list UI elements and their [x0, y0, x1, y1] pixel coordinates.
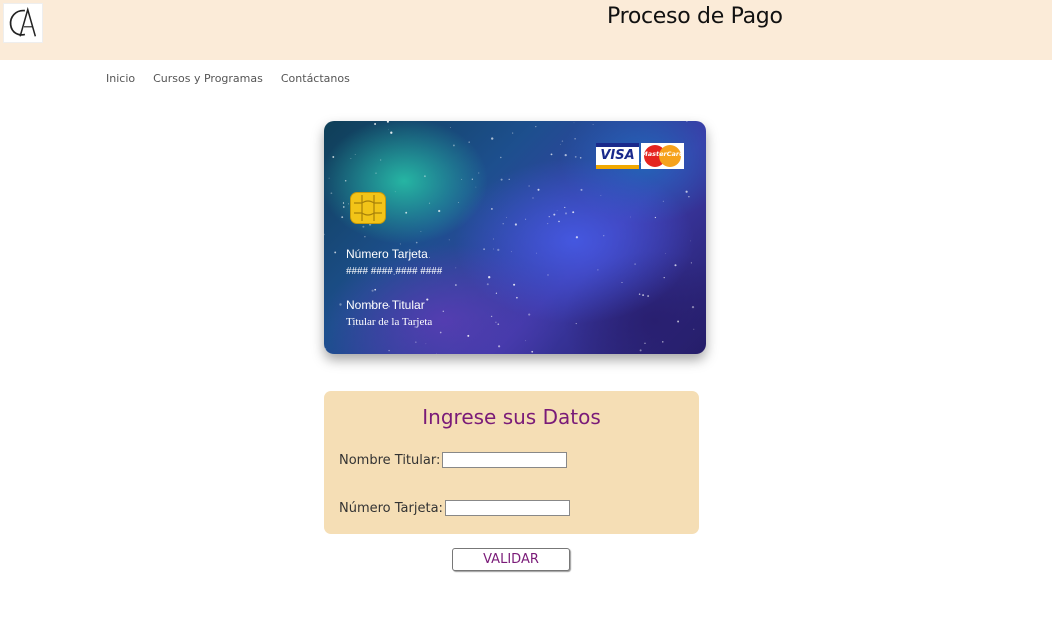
nav-item-inicio[interactable]: Inicio — [106, 70, 135, 88]
form-title: Ingrese sus Datos — [422, 405, 601, 429]
card-number-label: Número Tarjeta — [346, 247, 428, 261]
ca-monogram-icon[interactable] — [3, 3, 43, 43]
holder-row: Nombre Titular: — [339, 452, 568, 468]
card-holder-label: Nombre Titular — [346, 298, 425, 312]
validate-button[interactable]: VALIDAR — [452, 548, 570, 571]
nav-item-contactanos[interactable]: Contáctanos — [281, 70, 350, 88]
top-header: Proceso de Pago — [0, 0, 1052, 60]
card-brands: VISA MasterCard — [596, 143, 684, 169]
number-field-label: Número Tarjeta: — [339, 500, 443, 516]
payment-form: Ingrese sus Datos Nombre Titular: Número… — [324, 391, 699, 534]
card-number-input[interactable] — [444, 500, 570, 516]
main-nav: Inicio Cursos y Programas Contáctanos — [106, 70, 350, 88]
credit-card-preview: VISA MasterCard Número Tarjeta #### ####… — [324, 121, 706, 354]
holder-name-input[interactable] — [442, 452, 568, 468]
number-row: Número Tarjeta: — [339, 500, 570, 516]
mastercard-logo-icon: MasterCard — [641, 143, 684, 169]
card-number-value: #### #### #### #### — [346, 265, 443, 277]
card-holder-value: Titular de la Tarjeta — [346, 316, 433, 328]
visa-logo-icon: VISA — [596, 143, 639, 169]
nav-item-cursos[interactable]: Cursos y Programas — [153, 70, 263, 88]
page-title: Proceso de Pago — [607, 4, 783, 29]
chip-icon — [350, 192, 386, 224]
holder-field-label: Nombre Titular: — [339, 452, 441, 468]
